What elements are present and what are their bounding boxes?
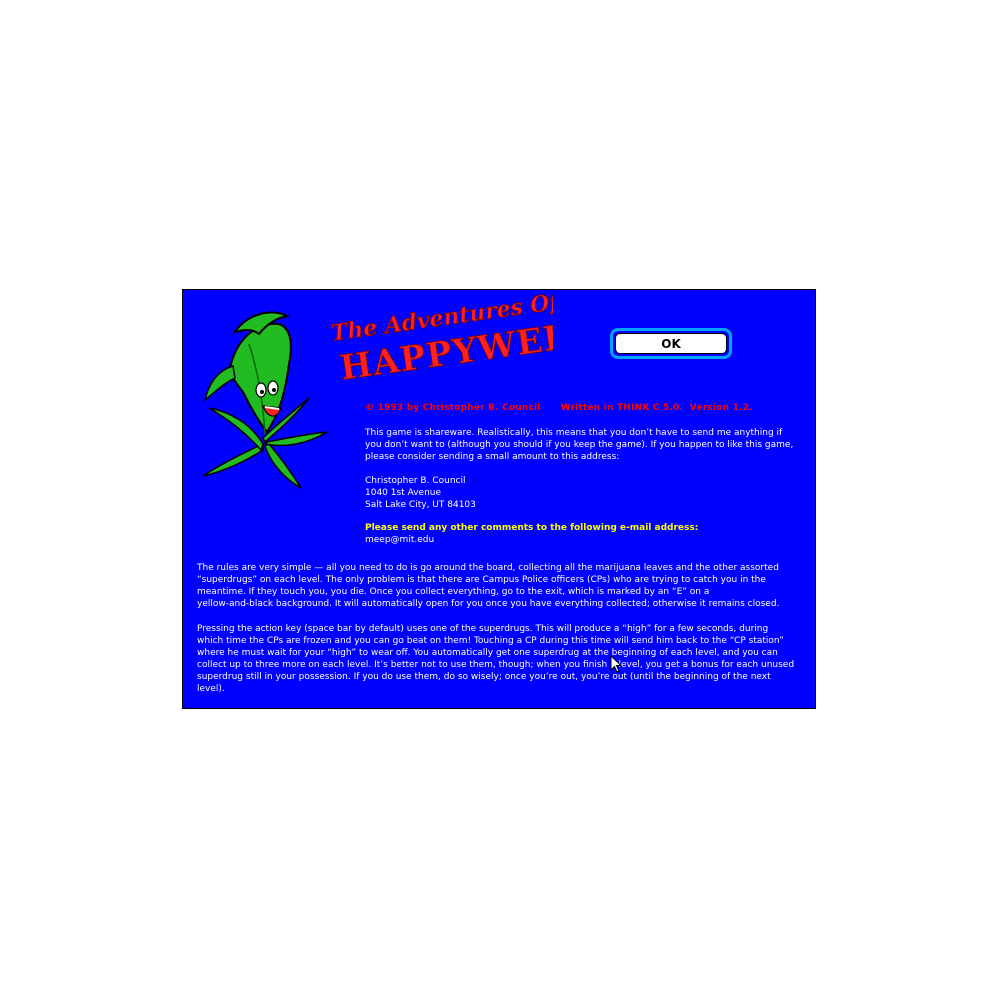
rules-line: yellow-and-black background. It will aut… bbox=[197, 599, 780, 609]
mailing-address: Christopher B. Council 1040 1st Avenue S… bbox=[365, 475, 476, 511]
rules-line: where he must wait for your “high” to we… bbox=[197, 648, 778, 658]
ok-button[interactable]: OK bbox=[610, 328, 732, 359]
written-in-text: Written in THINK C 5.0. bbox=[560, 403, 684, 413]
version-text: Version 1.2. bbox=[689, 403, 753, 413]
email-address: meep@mit.edu bbox=[365, 535, 435, 545]
rules-line: which time the CPs are frozen and you ca… bbox=[197, 636, 784, 646]
rules-line: level). bbox=[197, 684, 225, 694]
rules-line: The rules are very simple — all you need… bbox=[197, 563, 779, 573]
rules-line: “superdrugs” on each level. The only pro… bbox=[197, 575, 766, 585]
rules-line: meantime. If they touch you, you die. On… bbox=[197, 587, 710, 597]
happyweed-mascot-icon bbox=[202, 311, 328, 489]
address-line: 1040 1st Avenue bbox=[365, 488, 442, 498]
rules-paragraph-2: Pressing the action key (space bar by de… bbox=[197, 623, 794, 695]
address-line: Christopher B. Council bbox=[365, 476, 466, 486]
game-title-logo: The Adventures Of HAPPYWEED! bbox=[329, 294, 553, 384]
shareware-line: This game is shareware. Realistically, t… bbox=[365, 428, 783, 438]
credits-line: © 1993 by Christopher B. Council Written… bbox=[365, 402, 753, 414]
ok-button-label: OK bbox=[615, 333, 727, 354]
shareware-notice: This game is shareware. Realistically, t… bbox=[365, 427, 793, 463]
rules-line: superdrug still in your possession. If y… bbox=[197, 672, 771, 682]
copyright-text: © 1993 by Christopher B. Council bbox=[365, 403, 541, 413]
about-dialog: The Adventures Of HAPPYWEED! OK © 1993 b… bbox=[182, 289, 816, 709]
address-line: Salt Lake City, UT 84103 bbox=[365, 500, 476, 510]
shareware-line: please consider sending a small amount t… bbox=[365, 452, 620, 462]
rules-line: Pressing the action key (space bar by de… bbox=[197, 624, 769, 634]
arrow-cursor-icon bbox=[610, 655, 622, 673]
email-heading: Please send any other comments to the fo… bbox=[365, 523, 699, 533]
rules-paragraph-1: The rules are very simple — all you need… bbox=[197, 562, 779, 610]
shareware-line: you don’t want to (although you should i… bbox=[365, 440, 794, 450]
rules-line: collect up to three more on each level. … bbox=[197, 660, 795, 670]
